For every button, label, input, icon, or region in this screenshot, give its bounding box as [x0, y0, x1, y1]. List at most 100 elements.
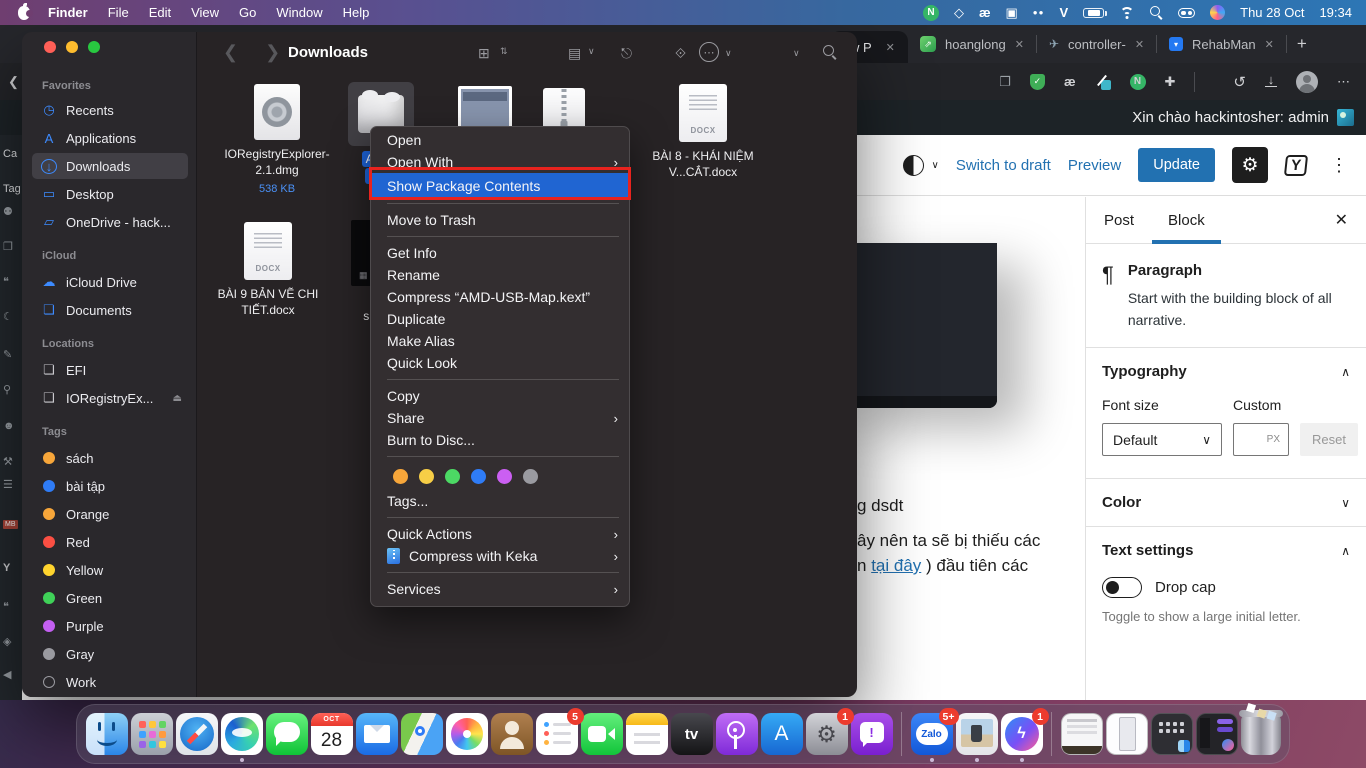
options-kebab-icon[interactable]: ⋮: [1330, 155, 1348, 176]
tab-block[interactable]: Block: [1168, 212, 1205, 229]
menu-item-copy[interactable]: Copy: [371, 385, 629, 407]
browser-tab-controller[interactable]: ✈ controller- ✕: [1037, 25, 1156, 63]
wp-menu-comments-icon[interactable]: ❝: [3, 275, 9, 288]
menu-item-duplicate[interactable]: Duplicate: [371, 308, 629, 330]
chevron-down-icon[interactable]: ∨: [793, 49, 800, 57]
file-screenshot[interactable]: [455, 86, 515, 130]
close-tab-icon[interactable]: ✕: [1265, 38, 1274, 51]
menu-item-quick-actions[interactable]: Quick Actions›: [371, 523, 629, 545]
dock-finder-icon[interactable]: [86, 713, 128, 755]
menu-item-services[interactable]: Services›: [371, 578, 629, 600]
menu-help[interactable]: Help: [333, 5, 380, 20]
tag-gray-dot[interactable]: [523, 469, 538, 484]
menu-view[interactable]: View: [181, 5, 229, 20]
sidebar-item-applications[interactable]: AApplications: [32, 125, 188, 151]
color-section-header[interactable]: Color ∨: [1086, 479, 1366, 527]
screenshot-pen-icon[interactable]: [1095, 74, 1111, 90]
tag-yellow-dot[interactable]: [419, 469, 434, 484]
content-link[interactable]: tại đây: [871, 556, 921, 575]
browser-tab-hoanglong[interactable]: ⇗ hoanglong ✕: [908, 25, 1036, 63]
dock-appstore-icon[interactable]: A: [761, 713, 803, 755]
shape-app-icon[interactable]: ◇: [954, 5, 964, 21]
menu-go[interactable]: Go: [229, 5, 266, 20]
file-bai8-docx[interactable]: DOCX BÀI 8 - KHÁI NIỆM V...CẮT.docx: [623, 84, 783, 181]
dock-minimized-chat-window[interactable]: [1196, 713, 1238, 755]
dock-minimized-phone-window[interactable]: [1106, 713, 1148, 755]
wp-menu-chat-icon[interactable]: ❝: [3, 600, 9, 613]
dock-trash-icon[interactable]: [1241, 713, 1281, 755]
dock-calendar-icon[interactable]: OCT28: [311, 713, 353, 755]
menu-item-open[interactable]: Open: [371, 129, 629, 151]
sidebar-item-recents[interactable]: ◷Recents: [32, 97, 188, 123]
close-tab-icon[interactable]: ✕: [886, 41, 895, 54]
dock-contacts-icon[interactable]: [491, 713, 533, 755]
font-size-select[interactable]: Default ∨: [1102, 423, 1222, 456]
dock-zalo-icon[interactable]: Zalo5+: [911, 713, 953, 755]
sidebar-item-desktop[interactable]: ▭Desktop: [32, 181, 188, 207]
dock-safari-icon[interactable]: [176, 713, 218, 755]
dock-feedback-icon[interactable]: !: [851, 713, 893, 755]
dock-system-preferences-icon[interactable]: ⚙1: [806, 713, 848, 755]
dock-photos-icon[interactable]: [446, 713, 488, 755]
chevron-down-icon[interactable]: ∨: [725, 49, 732, 57]
siri-icon[interactable]: [1210, 5, 1225, 20]
downloads-icon[interactable]: ↓: [1265, 76, 1277, 87]
tab-post[interactable]: Post: [1104, 212, 1134, 229]
new-tab-button[interactable]: +: [1287, 34, 1317, 54]
battery-icon[interactable]: [1083, 8, 1104, 18]
menu-item-tags[interactable]: Tags...: [371, 490, 629, 512]
typography-section-header[interactable]: Typography ∧: [1086, 348, 1366, 395]
browser-menu-icon[interactable]: ⋯: [1337, 74, 1350, 90]
file-bai9-docx[interactable]: DOCX BÀI 9 BẢN VẼ CHI TIẾT.docx: [209, 222, 327, 319]
wp-menu-yoast-icon[interactable]: Y: [3, 562, 10, 574]
close-tab-icon[interactable]: ✕: [1015, 38, 1024, 51]
sidebar-tag-purple[interactable]: Purple: [32, 613, 188, 639]
sidebar-tag-work[interactable]: Work: [32, 669, 188, 695]
dock-minimized-finder-window[interactable]: [1151, 713, 1193, 755]
sidebar-tag-gray[interactable]: Gray: [32, 641, 188, 667]
v-app-icon[interactable]: V: [1059, 5, 1068, 20]
group-view-icon[interactable]: ▤: [568, 45, 581, 62]
dock-podcasts-icon[interactable]: [716, 713, 758, 755]
tag-purple-dot[interactable]: [497, 469, 512, 484]
menu-app-name[interactable]: Finder: [38, 5, 98, 20]
drop-cap-toggle[interactable]: [1102, 577, 1142, 598]
menu-item-rename[interactable]: Rename: [371, 264, 629, 286]
dock-maps-icon[interactable]: [401, 713, 443, 755]
adguard-icon[interactable]: ✓: [1030, 74, 1045, 90]
disk-utility-icon[interactable]: ▣: [1006, 5, 1018, 21]
dock-edge-icon[interactable]: [221, 713, 263, 755]
wp-menu-diamond-icon[interactable]: ◈: [3, 635, 11, 648]
admin-avatar[interactable]: [1337, 109, 1354, 126]
menu-item-burn[interactable]: Burn to Disc...: [371, 429, 629, 451]
menu-file[interactable]: File: [98, 5, 139, 20]
menu-item-compress[interactable]: Compress “AMD-USB-Map.kext”: [371, 286, 629, 308]
wp-menu-pin-icon[interactable]: ✎: [3, 348, 12, 361]
tag-orange-dot[interactable]: [393, 469, 408, 484]
dock-mail-icon[interactable]: [356, 713, 398, 755]
sidebar-item-efi[interactable]: ❏EFI: [32, 357, 188, 383]
menu-edit[interactable]: Edit: [139, 5, 181, 20]
switch-to-draft-link[interactable]: Switch to draft: [956, 157, 1051, 174]
dock-appletv-icon[interactable]: tv: [671, 713, 713, 755]
dock-minimized-document-window[interactable]: [1061, 713, 1103, 755]
tag-icon[interactable]: ⟐: [675, 45, 686, 62]
menu-item-compress-with-keka[interactable]: Compress with Keka›: [371, 545, 629, 567]
dock-messages-icon[interactable]: [266, 713, 308, 755]
sidebar-tag-sach[interactable]: sách: [32, 445, 188, 471]
wp-menu-mb-icon[interactable]: MB: [3, 520, 18, 529]
history-icon[interactable]: ↺: [1233, 73, 1246, 91]
apple-logo-icon[interactable]: [18, 6, 30, 20]
wp-menu-partial-label[interactable]: Tag: [3, 183, 21, 195]
tag-green-dot[interactable]: [445, 469, 460, 484]
control-center-icon[interactable]: [1178, 8, 1195, 18]
browser-tab-rehabman[interactable]: ▾ RehabMan ✕: [1157, 25, 1286, 63]
admin-greeting[interactable]: Xin chào hackintosher: admin: [1132, 109, 1329, 126]
wifi-icon[interactable]: [1119, 7, 1135, 18]
sidebar-item-documents[interactable]: ❏Documents: [32, 297, 188, 323]
settings-gear-icon[interactable]: ⚙: [1232, 147, 1268, 183]
back-chevron-icon[interactable]: ❮: [223, 42, 238, 63]
preview-link[interactable]: Preview: [1068, 157, 1121, 174]
wp-menu-tools-icon[interactable]: ⚒: [3, 455, 13, 468]
browser-back-icon[interactable]: ❮: [0, 74, 19, 90]
